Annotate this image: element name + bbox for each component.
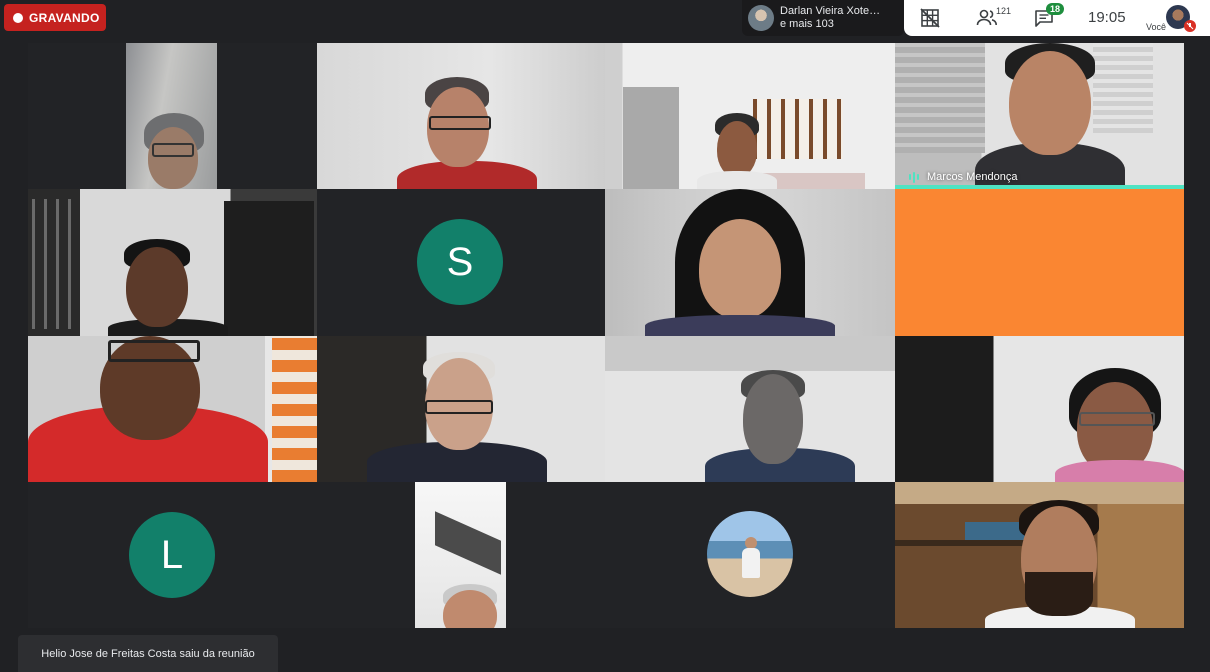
recording-dot-icon [13,12,23,23]
participant-video [895,336,1184,482]
participant-name-label: Marcos Mendonça [909,171,1018,183]
layout-button[interactable] [920,8,940,28]
participant-tile[interactable] [605,189,895,336]
participant-tile[interactable] [317,482,605,628]
participant-tile[interactable] [28,336,317,482]
participant-video [895,43,1184,189]
participant-tile-speaking[interactable]: Marcos Mendonça [895,43,1184,189]
participant-video [126,43,217,189]
recording-badge: GRAVANDO [4,4,106,31]
presenter-name: Darlan Vieira Xote… [780,5,881,17]
participant-tile[interactable] [605,43,895,189]
people-icon [976,9,997,26]
presenter-text: Darlan Vieira Xote… e mais 103 [780,5,880,31]
participant-video [605,189,895,336]
participant-video [317,43,605,189]
participant-tile[interactable] [28,43,317,189]
participants-count: 121 [996,6,1012,16]
presenter-avatar [748,5,774,31]
participant-tile[interactable] [317,336,605,482]
participant-tile-camera-off[interactable] [895,189,1184,336]
video-grid: Marcos Mendonça S L [28,43,1184,628]
toast-message: Helio Jose de Freitas Costa saiu da reun… [41,647,255,660]
recording-label: GRAVANDO [29,10,100,25]
grid-off-icon [920,8,940,28]
participant-video [605,43,895,189]
participant-avatar-initial: S [417,219,503,305]
participant-video [28,336,317,482]
audio-bars-icon [909,171,919,183]
participant-tile[interactable] [317,43,605,189]
top-bar: 121 18 19:05 Você [904,0,1210,36]
participant-tile[interactable]: L [28,482,317,628]
participant-tile[interactable] [605,336,895,482]
participant-video [415,482,506,628]
participant-tile[interactable]: S [317,189,605,336]
clock: 19:05 [1088,9,1126,26]
participant-tile[interactable] [895,482,1184,628]
presenter-more: e mais 103 [780,18,834,30]
you-label: Você [1146,22,1167,32]
participants-button[interactable]: 121 [976,6,1011,28]
participant-tile[interactable] [895,336,1184,482]
participant-avatar-initial: L [129,512,215,598]
participant-video [317,336,605,482]
notification-toast: Helio Jose de Freitas Costa saiu da reun… [18,635,278,672]
chat-count-badge: 18 [1046,3,1065,15]
presenter-chip[interactable]: Darlan Vieira Xote… e mais 103 [742,0,904,36]
participant-tile[interactable] [28,189,317,336]
participant-video [605,336,895,482]
chat-button[interactable]: 18 [1034,3,1065,28]
participant-tile[interactable] [605,482,895,628]
participant-name: Marcos Mendonça [927,171,1018,183]
participant-video [28,189,317,336]
participant-video [895,482,1184,628]
participant-avatar-photo [707,511,793,597]
mic-off-icon [1184,20,1196,32]
